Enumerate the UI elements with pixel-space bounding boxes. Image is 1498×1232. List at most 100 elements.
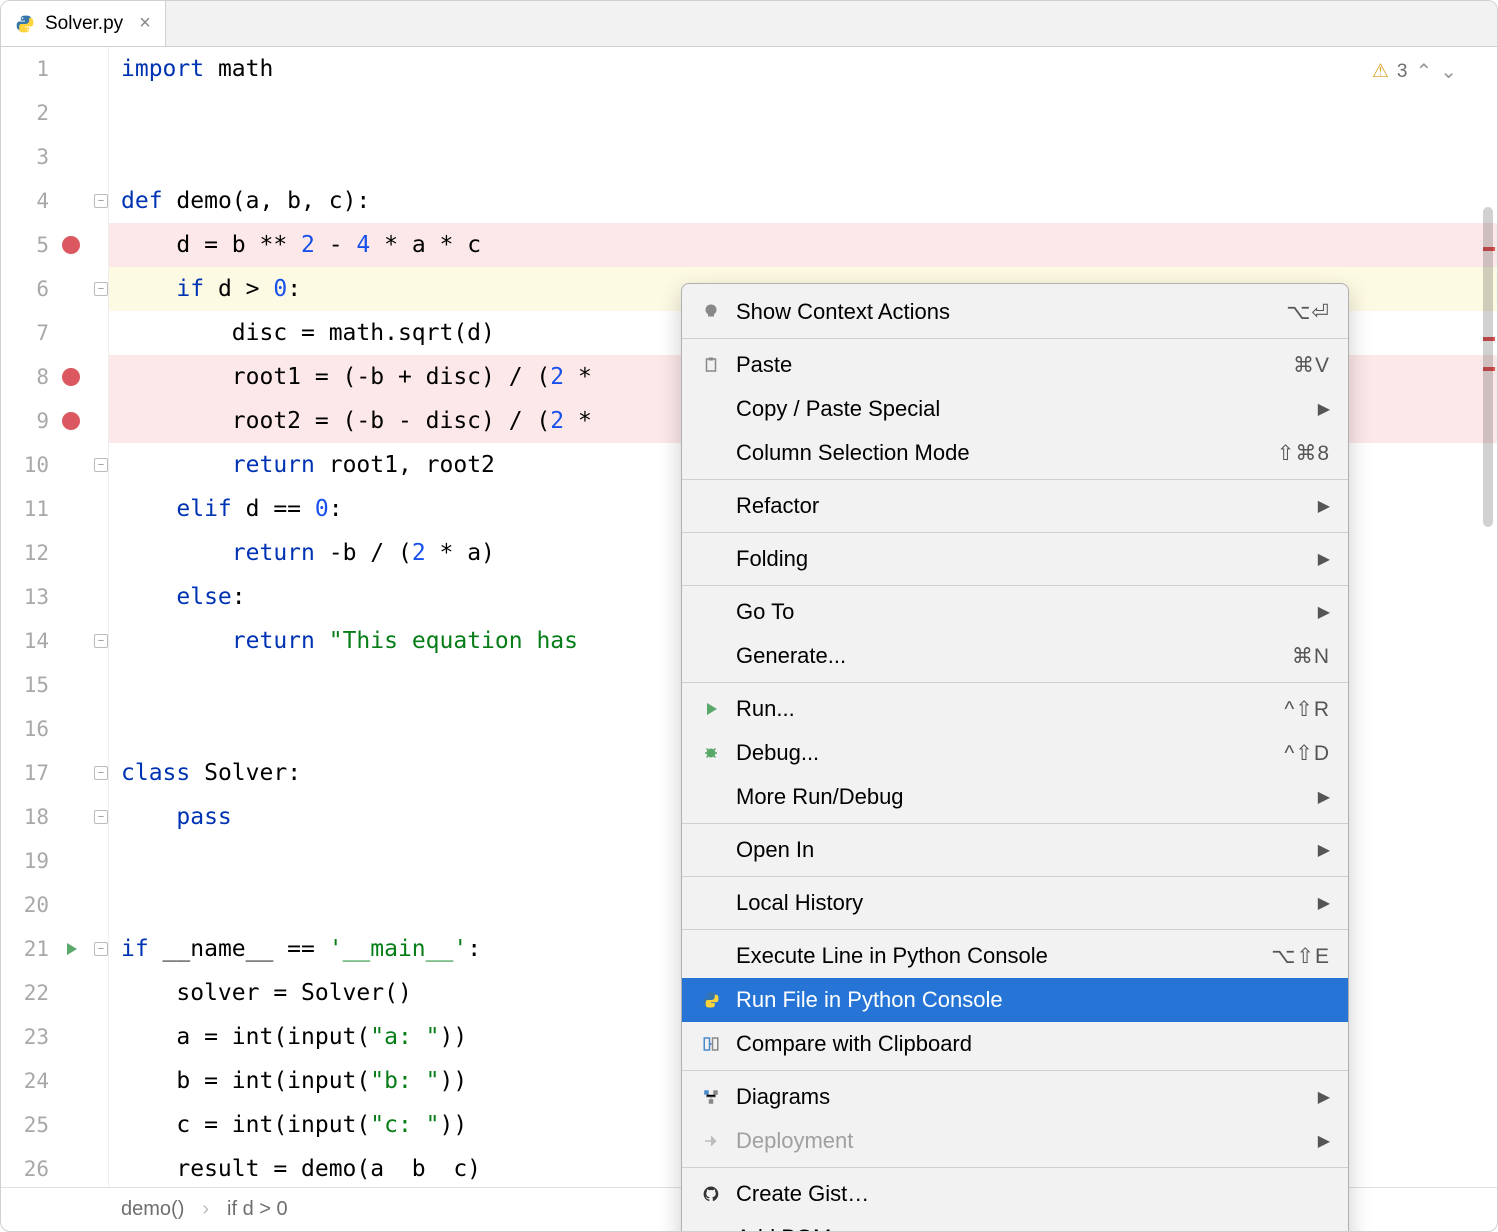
fold-icon[interactable]: −: [94, 194, 108, 208]
line-number: 16: [1, 717, 49, 741]
fold-icon[interactable]: −: [94, 766, 108, 780]
code-line[interactable]: d = b ** 2 - 4 * a * c: [109, 223, 1497, 267]
fold-icon[interactable]: −: [94, 942, 108, 956]
gutter-row[interactable]: 26: [1, 1147, 108, 1191]
breakpoint-icon[interactable]: [62, 236, 80, 254]
menu-item-execute-line-in-python-console[interactable]: Execute Line in Python Console⌥⇧E: [682, 934, 1348, 978]
menu-item-label: Local History: [736, 890, 1304, 916]
close-icon[interactable]: ×: [139, 12, 151, 35]
gutter-row[interactable]: 2: [1, 91, 108, 135]
line-number: 3: [1, 145, 49, 169]
menu-item-column-selection-mode[interactable]: Column Selection Mode⇧⌘8: [682, 431, 1348, 475]
menu-item-copy-paste-special[interactable]: Copy / Paste Special▶: [682, 387, 1348, 431]
line-number: 19: [1, 849, 49, 873]
breadcrumb-inner[interactable]: if d > 0: [227, 1198, 288, 1221]
menu-separator: [682, 585, 1348, 586]
menu-item-compare-with-clipboard[interactable]: Compare with Clipboard: [682, 1022, 1348, 1066]
menu-item-folding[interactable]: Folding▶: [682, 537, 1348, 581]
diagram-icon: [700, 1088, 722, 1106]
tab-bar: Solver.py ×: [1, 1, 1497, 47]
fold-icon[interactable]: −: [94, 458, 108, 472]
menu-item-label: Deployment: [736, 1128, 1304, 1154]
menu-item-go-to[interactable]: Go To▶: [682, 590, 1348, 634]
menu-item-label: Open In: [736, 837, 1304, 863]
menu-item-local-history[interactable]: Local History▶: [682, 881, 1348, 925]
menu-item-open-in[interactable]: Open In▶: [682, 828, 1348, 872]
gutter-row[interactable]: 4−: [1, 179, 108, 223]
line-number: 17: [1, 761, 49, 785]
fold-icon[interactable]: −: [94, 810, 108, 824]
scrollbar[interactable]: [1481, 107, 1495, 1187]
chevron-down-icon[interactable]: ⌄: [1440, 59, 1457, 84]
menu-item-debug[interactable]: Debug... ^⇧D: [682, 731, 1348, 775]
gutter-row[interactable]: 5: [1, 223, 108, 267]
code-line[interactable]: [109, 91, 1497, 135]
menu-item-more-run-debug[interactable]: More Run/Debug▶: [682, 775, 1348, 819]
gutter-row[interactable]: 23: [1, 1015, 108, 1059]
line-number: 2: [1, 101, 49, 125]
menu-item-run-file-in-python-console[interactable]: Run File in Python Console: [682, 978, 1348, 1022]
gutter-row[interactable]: 24: [1, 1059, 108, 1103]
gutter-row[interactable]: 19: [1, 839, 108, 883]
breakpoint-icon[interactable]: [62, 368, 80, 386]
code-line[interactable]: import math: [109, 47, 1497, 91]
menu-item-label: Create Gist…: [736, 1181, 1330, 1207]
submenu-arrow-icon: ▶: [1318, 602, 1330, 622]
fold-icon[interactable]: −: [94, 282, 108, 296]
gutter-row[interactable]: 21−: [1, 927, 108, 971]
code-line[interactable]: [109, 135, 1497, 179]
chevron-right-icon: ›: [202, 1198, 209, 1221]
menu-item-create-gist[interactable]: Create Gist…: [682, 1172, 1348, 1216]
scroll-thumb[interactable]: [1483, 207, 1493, 527]
menu-item-label: Add BOM: [736, 1225, 1330, 1232]
menu-item-generate[interactable]: Generate...⌘N: [682, 634, 1348, 678]
gutter-row[interactable]: 13: [1, 575, 108, 619]
menu-item-label: Paste: [736, 352, 1279, 378]
gutter-row[interactable]: 6−: [1, 267, 108, 311]
submenu-arrow-icon: ▶: [1318, 496, 1330, 516]
gutter-row[interactable]: 7: [1, 311, 108, 355]
menu-item-paste[interactable]: Paste⌘V: [682, 343, 1348, 387]
menu-item-refactor[interactable]: Refactor ▶: [682, 484, 1348, 528]
menu-item-label: Refactor: [736, 493, 1304, 519]
menu-item-add-bom[interactable]: Add BOM: [682, 1216, 1348, 1232]
submenu-arrow-icon: ▶: [1318, 399, 1330, 419]
chevron-up-icon[interactable]: ⌃: [1415, 59, 1432, 84]
submenu-arrow-icon: ▶: [1318, 1087, 1330, 1107]
gutter-row[interactable]: 15: [1, 663, 108, 707]
gutter-row[interactable]: 20: [1, 883, 108, 927]
menu-item-show-context-actions[interactable]: Show Context Actions⌥⏎: [682, 290, 1348, 334]
gutter-row[interactable]: 25: [1, 1103, 108, 1147]
gutter-row[interactable]: 11: [1, 487, 108, 531]
menu-shortcut: ⌥⇧E: [1271, 944, 1330, 969]
breadcrumb-fn[interactable]: demo(): [121, 1198, 184, 1221]
gutter-row[interactable]: 10−: [1, 443, 108, 487]
file-tab[interactable]: Solver.py ×: [1, 1, 166, 46]
run-icon[interactable]: [63, 941, 79, 957]
fold-icon[interactable]: −: [94, 634, 108, 648]
gutter-row[interactable]: 8: [1, 355, 108, 399]
menu-separator: [682, 532, 1348, 533]
code-line[interactable]: def demo(a, b, c):: [109, 179, 1497, 223]
line-number: 18: [1, 805, 49, 829]
menu-item-deployment: Deployment▶: [682, 1119, 1348, 1163]
gutter-row[interactable]: 3: [1, 135, 108, 179]
menu-item-label: Generate...: [736, 643, 1278, 669]
menu-item-diagrams[interactable]: Diagrams▶: [682, 1075, 1348, 1119]
gutter-row[interactable]: 18 −: [1, 795, 108, 839]
gutter-row[interactable]: 16: [1, 707, 108, 751]
menu-item-label: Show Context Actions: [736, 299, 1272, 325]
menu-item-run[interactable]: Run...^⇧R: [682, 687, 1348, 731]
gutter-row[interactable]: 12: [1, 531, 108, 575]
line-number: 22: [1, 981, 49, 1005]
gutter-row[interactable]: 17 −: [1, 751, 108, 795]
inspection-widget[interactable]: ⚠ 3 ⌃ ⌄: [1372, 59, 1457, 84]
menu-shortcut: ^⇧D: [1284, 741, 1330, 766]
breakpoint-icon[interactable]: [62, 412, 80, 430]
gutter-row[interactable]: 22: [1, 971, 108, 1015]
menu-item-label: Debug...: [736, 740, 1270, 766]
gutter-row[interactable]: 1: [1, 47, 108, 91]
gutter-row[interactable]: 9: [1, 399, 108, 443]
gutter-row[interactable]: 14−: [1, 619, 108, 663]
gutter[interactable]: 1234−56−78910−11121314−151617−18−192021−…: [1, 47, 109, 1187]
